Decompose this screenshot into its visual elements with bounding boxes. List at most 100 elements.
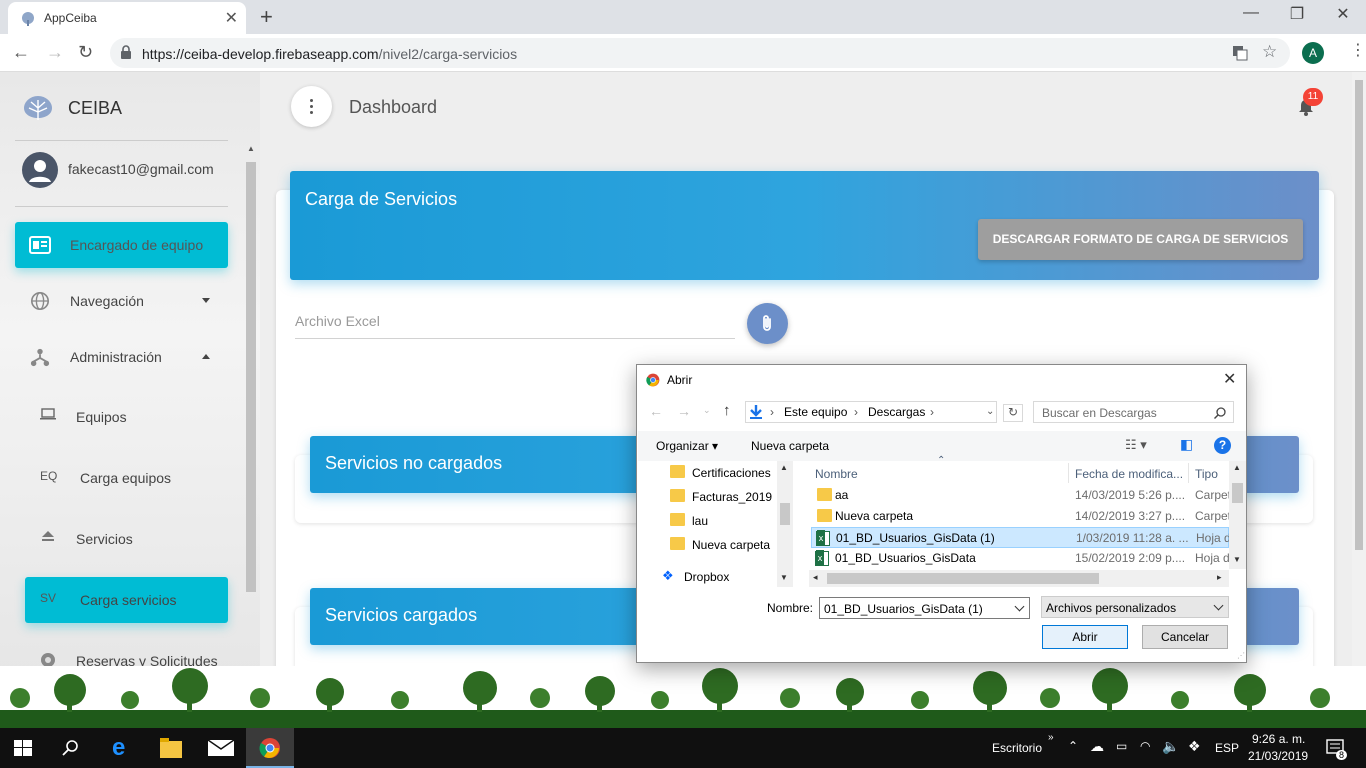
view-options-icon[interactable]: ☷ ▾ <box>1125 437 1147 453</box>
breadcrumb-item[interactable]: Este equipo <box>784 405 847 419</box>
avatar[interactable] <box>22 152 58 188</box>
excel-file-icon <box>815 550 829 566</box>
file-row[interactable]: Nueva carpeta 14/02/2019 3:27 p.... Carp… <box>811 506 1229 527</box>
dropbox-icon[interactable]: ❖ <box>1188 738 1201 755</box>
navigation-pane-scrollbar[interactable]: ▲ ▼ <box>777 461 793 587</box>
tree-silhouette-illustration <box>0 668 1366 728</box>
file-type-select[interactable]: Archivos personalizados <box>1041 596 1229 618</box>
more-vertical-icon <box>310 99 313 114</box>
chrome-taskbar-button[interactable] <box>246 728 294 768</box>
reload-icon[interactable]: ↻ <box>78 42 93 63</box>
windows-taskbar: e Escritorio » ⌃ ☁ ▭ ◠ 🔈 ❖ ESP 9:26 a. m… <box>0 728 1366 768</box>
file-name-input[interactable]: 01_BD_Usuarios_GisData (1) <box>819 597 1030 619</box>
file-input-label[interactable]: Archivo Excel <box>295 313 380 329</box>
up-folder-icon[interactable]: ↑ <box>723 402 731 419</box>
scrollbar-thumb[interactable] <box>1355 80 1363 550</box>
download-format-button[interactable]: DESCARGAR FORMATO DE CARGA DE SERVICIOS <box>978 219 1303 260</box>
windows-start-icon[interactable] <box>14 740 32 756</box>
sidebar-subitem-servicios[interactable]: Servicios <box>25 516 228 562</box>
scrollbar-thumb[interactable] <box>246 162 256 592</box>
section-title: Servicios no cargados <box>325 453 503 473</box>
column-header-date[interactable]: Fecha de modifica... <box>1075 467 1183 481</box>
search-input[interactable]: Buscar en Descargas <box>1033 401 1234 423</box>
chevron-up-icon <box>202 354 210 359</box>
page-scrollbar[interactable] <box>1352 72 1366 728</box>
wifi-icon[interactable]: ◠ <box>1140 739 1150 753</box>
breadcrumb-item[interactable]: Descargas <box>868 405 925 419</box>
scrollbar-thumb[interactable] <box>827 573 1099 584</box>
clock-time[interactable]: 9:26 a. m. <box>1252 732 1305 746</box>
back-icon[interactable]: ← <box>649 403 663 419</box>
file-list-horizontal-scrollbar[interactable]: ◂ ▸ <box>809 570 1229 587</box>
scrollbar-thumb[interactable] <box>1232 483 1243 503</box>
search-icon[interactable] <box>1214 407 1226 419</box>
tab-close-icon[interactable]: ✕ <box>225 8 238 28</box>
address-bar[interactable]: https://ceiba-develop.firebaseapp.com/ni… <box>110 38 1290 68</box>
column-header-name[interactable]: Nombre <box>815 467 858 481</box>
scroll-right-icon[interactable]: ▸ <box>1217 572 1222 583</box>
organize-menu[interactable]: Organizar ▾ <box>656 439 718 453</box>
cancel-button[interactable]: Cancelar <box>1142 625 1228 649</box>
help-icon[interactable]: ? <box>1214 437 1231 454</box>
cloud-icon[interactable]: ☁ <box>1090 738 1104 755</box>
sidebar-subitem-carga-servicios[interactable]: SV Carga servicios <box>25 577 228 623</box>
sidebar-subitem-equipos[interactable]: Equipos <box>25 394 228 440</box>
chevron-down-icon[interactable] <box>1014 601 1025 612</box>
dialog-close-icon[interactable]: ✕ <box>1223 369 1236 389</box>
chevron-down-icon[interactable]: ⌄ <box>703 405 711 416</box>
attach-button[interactable] <box>747 303 788 344</box>
hierarchy-icon <box>30 348 50 367</box>
chevron-up-icon[interactable]: ⌃ <box>1068 739 1078 753</box>
new-folder-button[interactable]: Nueva carpeta <box>751 439 829 453</box>
open-button[interactable]: Abrir <box>1042 625 1128 649</box>
file-row-selected[interactable]: 01_BD_Usuarios_GisData (1) 1/03/2019 11:… <box>811 527 1230 548</box>
language-indicator[interactable]: ESP <box>1215 741 1239 755</box>
excel-file-icon <box>816 530 830 546</box>
battery-icon[interactable]: ▭ <box>1116 739 1127 753</box>
file-row[interactable]: aa 14/03/2019 5:26 p.... Carpeta <box>811 485 1229 506</box>
chevron-down-icon[interactable]: ⌄ <box>986 406 994 417</box>
chrome-menu-icon[interactable]: ⋮ <box>1350 40 1366 60</box>
desktop-toolbar-label[interactable]: Escritorio <box>992 741 1042 755</box>
menu-button[interactable] <box>291 86 332 127</box>
profile-avatar[interactable]: A <box>1302 42 1324 64</box>
restore-icon[interactable]: ❐ <box>1274 4 1320 24</box>
forward-icon[interactable]: → <box>677 403 691 419</box>
resize-grip-icon[interactable]: ⋰ <box>1237 651 1245 660</box>
preview-pane-icon[interactable]: ◧ <box>1180 436 1193 453</box>
divider <box>15 206 228 207</box>
back-icon[interactable]: ← <box>12 42 30 63</box>
search-icon[interactable] <box>62 739 80 757</box>
new-tab-icon[interactable]: + <box>260 4 273 30</box>
file-explorer-icon[interactable] <box>160 738 182 758</box>
sidebar-item-encargado[interactable]: Encargado de equipo <box>15 222 228 268</box>
mail-icon[interactable] <box>208 740 234 756</box>
forward-icon[interactable]: → <box>46 42 64 63</box>
minimize-icon[interactable]: — <box>1228 4 1274 22</box>
window-close-icon[interactable]: ✕ <box>1320 4 1366 24</box>
sidebar-item-navegacion[interactable]: Navegación <box>15 278 228 324</box>
sidebar-subitem-carga-equipos[interactable]: EQ Carga equipos <box>25 455 228 501</box>
scroll-left-icon[interactable]: ◂ <box>813 572 818 583</box>
file-list-vertical-scrollbar[interactable]: ▲ ▼ <box>1229 461 1246 569</box>
scroll-down-icon[interactable]: ▼ <box>1233 555 1241 564</box>
chevrons-icon[interactable]: » <box>1048 732 1054 743</box>
scroll-up-icon[interactable]: ▲ <box>1233 463 1241 472</box>
column-header-type[interactable]: Tipo <box>1195 467 1218 481</box>
breadcrumb[interactable]: › Este equipo › Descargas › ⌄ <box>745 401 997 423</box>
scroll-up-icon[interactable]: ▲ <box>247 144 255 153</box>
translate-icon[interactable] <box>1232 45 1248 61</box>
scroll-up-icon[interactable]: ▲ <box>780 463 788 472</box>
volume-icon[interactable]: 🔈 <box>1162 738 1179 755</box>
sidebar-item-administracion[interactable]: Administración <box>15 334 228 380</box>
clock-date[interactable]: 21/03/2019 <box>1248 749 1308 763</box>
refresh-icon[interactable]: ↻ <box>1003 404 1023 422</box>
sidebar-scrollbar[interactable]: ▲ <box>244 142 258 728</box>
open-file-dialog: Abrir ✕ ← → ⌄ ↑ › Este equipo › Descarga… <box>636 364 1247 663</box>
file-row[interactable]: 01_BD_Usuarios_GisData 15/02/2019 2:09 p… <box>811 548 1229 569</box>
bookmark-star-icon[interactable]: ☆ <box>1262 42 1277 62</box>
browser-tab[interactable]: AppCeiba ✕ <box>8 2 246 34</box>
edge-icon[interactable]: e <box>112 734 125 762</box>
scroll-down-icon[interactable]: ▼ <box>780 573 788 582</box>
scrollbar-thumb[interactable] <box>780 503 790 525</box>
